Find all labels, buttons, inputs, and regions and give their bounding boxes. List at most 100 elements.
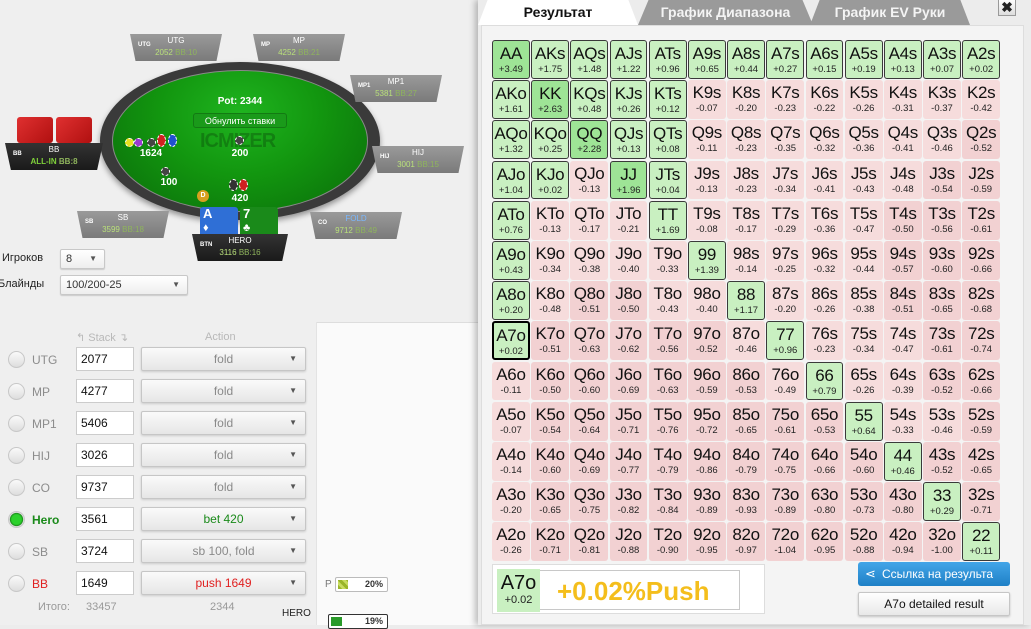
player-radio[interactable] xyxy=(8,415,25,432)
hand-cell[interactable]: K7s -0.23 xyxy=(766,80,805,120)
hand-cell[interactable]: 98o -0.40 xyxy=(687,281,726,321)
stack-input[interactable]: 3561 xyxy=(76,507,134,531)
hand-cell[interactable]: A7o +0.02 xyxy=(492,321,530,361)
hand-cell[interactable]: J4s -0.48 xyxy=(883,160,922,200)
hand-cell[interactable]: 32o -1.00 xyxy=(923,522,961,562)
hand-cell[interactable]: 42s -0.65 xyxy=(962,441,1001,481)
stack-input[interactable]: 4277 xyxy=(76,379,134,403)
hand-cell[interactable]: J6s -0.41 xyxy=(805,160,844,200)
tab-range-chart[interactable]: График Диапазона xyxy=(638,0,813,25)
hand-cell[interactable]: 75s -0.34 xyxy=(844,321,883,361)
hand-cell[interactable]: J4o -0.77 xyxy=(609,441,648,481)
hand-cell[interactable]: K9o -0.34 xyxy=(531,240,570,280)
hand-cell[interactable]: A5o -0.07 xyxy=(492,401,530,441)
hand-cell[interactable]: A6o -0.11 xyxy=(492,361,530,401)
hand-cell[interactable]: ATo +0.76 xyxy=(492,200,530,240)
action-select[interactable]: sb 100, fold ▼ xyxy=(141,539,306,563)
hand-cell[interactable]: 62o -0.95 xyxy=(805,522,844,562)
hand-cell[interactable]: A3o -0.20 xyxy=(492,482,530,521)
hand-cell[interactable]: T7o -0.56 xyxy=(648,321,687,361)
seat-mp[interactable]: MP MP 4252 BB:21 xyxy=(253,34,345,61)
reset-bets-button[interactable]: Обнулить ставки xyxy=(193,113,287,128)
hand-cell[interactable]: Q8s -0.23 xyxy=(727,120,766,160)
hand-cell[interactable]: Q9o -0.38 xyxy=(570,240,609,280)
hand-cell[interactable]: 86o -0.53 xyxy=(727,361,766,401)
hand-cell[interactable]: Q7s -0.35 xyxy=(766,120,805,160)
seat-mp1[interactable]: MP1 MP1 5381 BB:27 xyxy=(350,75,442,102)
hand-cell[interactable]: 92s -0.66 xyxy=(962,240,1001,280)
hand-cell[interactable]: A9o +0.43 xyxy=(492,240,530,280)
hand-cell[interactable]: Q4o -0.69 xyxy=(570,441,609,481)
stack-header[interactable]: ↰ Stack ↴ xyxy=(76,331,128,344)
player-radio[interactable] xyxy=(8,543,25,560)
hand-cell[interactable]: 55 +0.64 xyxy=(844,401,883,441)
hand-cell[interactable]: K6s -0.22 xyxy=(805,80,844,120)
hand-cell[interactable]: T5o -0.76 xyxy=(648,401,687,441)
tab-result[interactable]: Результат xyxy=(478,0,638,25)
hand-cell[interactable]: AKo +1.61 xyxy=(492,80,530,120)
hand-cell[interactable]: T2o -0.90 xyxy=(648,522,687,562)
hand-cell[interactable]: A2o -0.26 xyxy=(492,522,530,562)
hand-cell[interactable]: 96s -0.32 xyxy=(805,240,844,280)
hand-cell[interactable]: Q3o -0.75 xyxy=(570,482,609,521)
hand-cell[interactable]: T2s -0.61 xyxy=(962,200,1001,240)
hand-cell[interactable]: A3s +0.07 xyxy=(923,40,961,79)
action-select[interactable]: fold ▼ xyxy=(141,411,306,435)
hand-cell[interactable]: 87s -0.20 xyxy=(766,281,805,321)
hand-cell[interactable]: 85s -0.38 xyxy=(844,281,883,321)
hand-cell[interactable]: A8s +0.44 xyxy=(727,40,766,79)
hand-cell[interactable]: 32s -0.71 xyxy=(962,482,1001,521)
hand-cell[interactable]: 54s -0.33 xyxy=(883,401,922,441)
hand-cell[interactable]: KK +2.63 xyxy=(531,80,570,120)
hand-cell[interactable]: A7s +0.27 xyxy=(766,40,805,79)
hand-cell[interactable]: Q5o -0.64 xyxy=(570,401,609,441)
hand-cell[interactable]: 83o -0.93 xyxy=(727,482,766,521)
hand-cell[interactable]: AQs +1.48 xyxy=(570,40,609,79)
hand-cell[interactable]: 72s -0.74 xyxy=(962,321,1001,361)
player-radio[interactable] xyxy=(8,479,25,496)
hand-cell[interactable]: Q8o -0.51 xyxy=(570,281,609,321)
hand-cell[interactable]: Q9s -0.11 xyxy=(687,120,726,160)
seat-hij[interactable]: HIJ HIJ 3001 BB:15 xyxy=(372,146,464,173)
hand-cell[interactable]: 97s -0.25 xyxy=(766,240,805,280)
hand-cell[interactable]: 52o -0.88 xyxy=(844,522,883,562)
hand-cell[interactable]: Q3s -0.46 xyxy=(923,120,961,160)
hand-cell[interactable]: 76s -0.23 xyxy=(805,321,844,361)
hand-cell[interactable]: K2o -0.71 xyxy=(531,522,570,562)
hand-cell[interactable]: J6o -0.69 xyxy=(609,361,648,401)
stack-input[interactable]: 9737 xyxy=(76,475,134,499)
hand-cell[interactable]: 84s -0.51 xyxy=(883,281,922,321)
hand-cell[interactable]: K7o -0.51 xyxy=(531,321,570,361)
hand-cell[interactable]: A2s +0.02 xyxy=(962,40,1001,79)
hand-cell[interactable]: T9o -0.33 xyxy=(648,240,687,280)
hand-cell[interactable]: KQo +0.25 xyxy=(531,120,570,160)
hand-cell[interactable]: AQo +1.32 xyxy=(492,120,530,160)
hand-cell[interactable]: K5s -0.26 xyxy=(844,80,883,120)
hand-cell[interactable]: J2s -0.59 xyxy=(962,160,1001,200)
action-select[interactable]: fold ▼ xyxy=(141,347,306,371)
hand-cell[interactable]: 33 +0.29 xyxy=(923,482,961,521)
hand-cell[interactable]: T7s -0.29 xyxy=(766,200,805,240)
hand-cell[interactable]: 94o -0.86 xyxy=(687,441,726,481)
hand-cell[interactable]: 83s -0.65 xyxy=(923,281,961,321)
hand-cell[interactable]: QJs +0.13 xyxy=(609,120,648,160)
hand-cell[interactable]: J9o -0.40 xyxy=(609,240,648,280)
hand-cell[interactable]: 52s -0.59 xyxy=(962,401,1001,441)
hand-cell[interactable]: A4s +0.13 xyxy=(883,40,922,79)
hand-cell[interactable]: 22 +0.11 xyxy=(962,522,1001,562)
hand-cell[interactable]: 43o -0.80 xyxy=(883,482,922,521)
hand-cell[interactable]: J3o -0.82 xyxy=(609,482,648,521)
hand-cell[interactable]: JJ +1.96 xyxy=(609,160,648,200)
share-link-button[interactable]: ⋖ Ссылка на результа xyxy=(858,562,1010,586)
hand-cell[interactable]: 62s -0.66 xyxy=(962,361,1001,401)
seat-utg[interactable]: UTG UTG 2052 BB:10 xyxy=(130,34,222,61)
hand-cell[interactable]: T8o -0.43 xyxy=(648,281,687,321)
hand-cell[interactable]: K3o -0.65 xyxy=(531,482,570,521)
hand-cell[interactable]: QTo -0.17 xyxy=(570,200,609,240)
hand-cell[interactable]: 84o -0.79 xyxy=(727,441,766,481)
hand-cell[interactable]: T4o -0.79 xyxy=(648,441,687,481)
hand-cell[interactable]: K9s -0.07 xyxy=(687,80,726,120)
hand-cell[interactable]: KTs +0.12 xyxy=(648,80,687,120)
action-select[interactable]: push 1649 ▼ xyxy=(141,571,306,595)
hand-cell[interactable]: 99 +1.39 xyxy=(687,240,726,280)
